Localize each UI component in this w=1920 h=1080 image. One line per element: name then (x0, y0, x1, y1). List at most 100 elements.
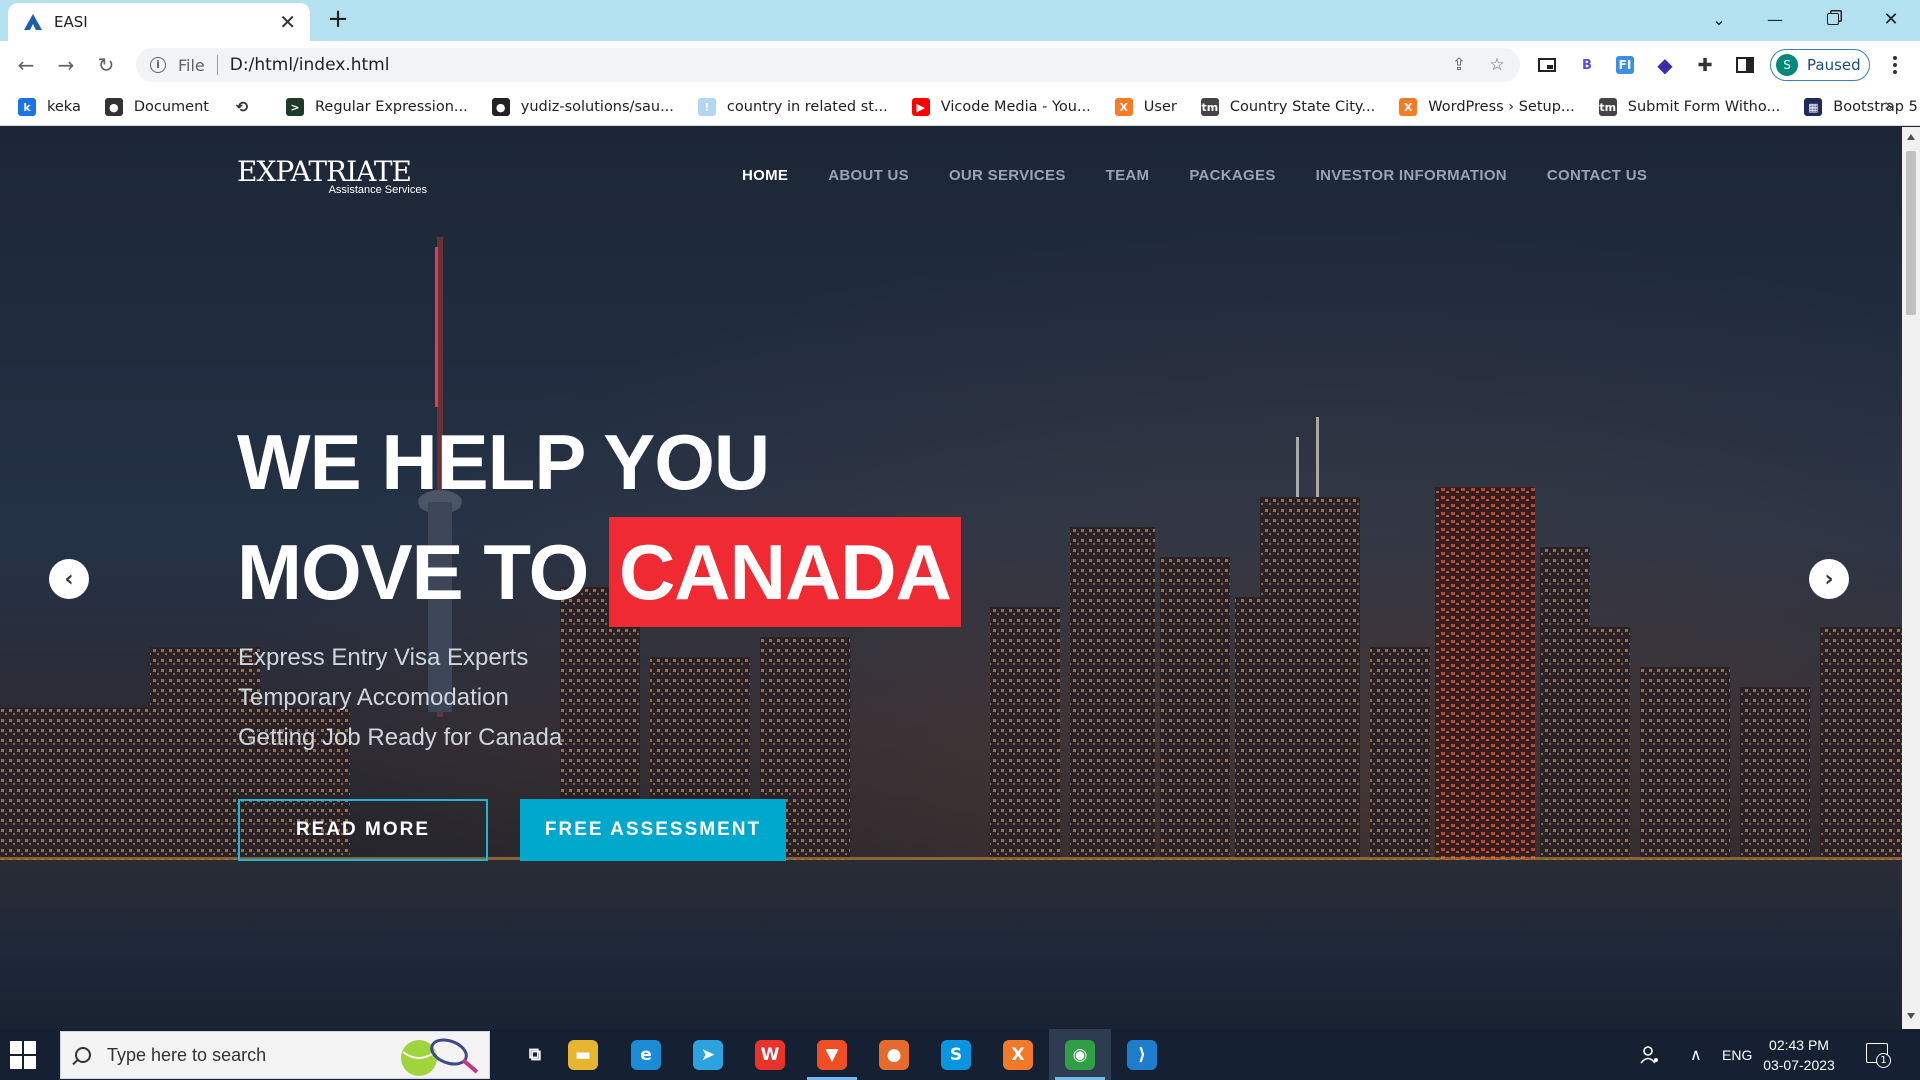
nav-link[interactable]: CONTACT US (1547, 167, 1647, 184)
tennis-racket-icon (401, 1038, 479, 1076)
telegram-icon: ➤ (693, 1039, 723, 1070)
puzzle-icon[interactable]: ✚ (1690, 50, 1720, 80)
file-explorer-taskbar-button[interactable]: ▬ (552, 1029, 614, 1080)
bookmarks-overflow-icon[interactable]: » (1884, 95, 1895, 116)
bookmark-label: WordPress › Setup... (1428, 99, 1575, 115)
minimize-button[interactable]: — (1752, 0, 1798, 38)
bookmark-item[interactable]: ! country in related st... (697, 98, 888, 116)
b-icon[interactable]: B (1572, 50, 1602, 80)
carousel-next-icon[interactable]: › (1809, 559, 1849, 599)
vscode-taskbar-button[interactable]: ⟩ (1111, 1029, 1173, 1080)
file-explorer-icon: ▬ (568, 1039, 598, 1070)
edge-icon: e (631, 1039, 661, 1070)
taskbar-search-input[interactable]: Type here to search (60, 1031, 490, 1079)
scroll-up-icon[interactable] (1907, 134, 1915, 140)
bookmark-label: Bootstrap 5 Login f... (1833, 99, 1920, 115)
back-button[interactable]: ← (12, 51, 40, 79)
bookmark-item[interactable]: ▶ Vicode Media - You... (911, 98, 1091, 116)
bookmark-item[interactable]: ⟲ (232, 98, 262, 116)
xampp-icon: X (1003, 1039, 1033, 1070)
firefox-taskbar-button[interactable]: ● (863, 1029, 925, 1080)
tab-search-icon[interactable]: ⌄ (1696, 0, 1742, 38)
windows-taskbar: Type here to search ⧉ ▬ e ➤ W ▼ ● S X ◉ ⟩ ∧ ENG 02… (0, 1029, 1920, 1080)
nav-link[interactable]: TEAM (1106, 167, 1150, 184)
bookmark-item[interactable]: > Regular Expression... (285, 98, 468, 116)
tray-expand-icon[interactable]: ∧ (1690, 1029, 1702, 1080)
bookmark-item[interactable]: ● yudiz-solutions/sau... (491, 98, 674, 116)
skype-icon: S (941, 1039, 971, 1070)
nav-link[interactable]: INVESTOR INFORMATION (1316, 167, 1507, 184)
tm-icon: tm (1598, 98, 1617, 116)
kebab-menu-icon[interactable] (1882, 51, 1908, 79)
nav-link[interactable]: ABOUT US (828, 167, 909, 184)
scroll-down-icon[interactable] (1907, 1013, 1915, 1019)
bookmark-item[interactable]: k keka (18, 98, 81, 116)
nav-link[interactable]: HOME (742, 167, 788, 184)
bookmark-star-icon[interactable]: ☆ (1482, 50, 1512, 80)
hero-heading-prefix: MOVE TO (237, 528, 589, 616)
free-assessment-button[interactable]: FREE ASSESSMENT (520, 799, 786, 861)
sidepanel-icon[interactable] (1730, 50, 1760, 80)
picture-in-picture-icon[interactable] (1532, 50, 1562, 80)
profile-status: Paused (1807, 56, 1861, 74)
wps-taskbar-button[interactable]: W (739, 1029, 801, 1080)
bookmark-label: Regular Expression... (314, 99, 468, 115)
notification-count: 1 (1876, 1053, 1891, 1068)
xampp-taskbar-button[interactable]: X (987, 1029, 1049, 1080)
chrome-icon: ◉ (1065, 1039, 1095, 1070)
clock-date: 03-07-2023 (1763, 1057, 1835, 1073)
edge-taskbar-button[interactable]: e (615, 1029, 677, 1080)
share-icon[interactable]: ⇪ (1444, 50, 1474, 80)
windows-start-icon[interactable] (10, 1041, 38, 1069)
address-bar[interactable]: i File D:/html/index.html ⇪ ☆ (136, 48, 1520, 82)
brave-taskbar-button[interactable]: ▼ (801, 1029, 863, 1080)
language-indicator[interactable]: ENG (1722, 1029, 1752, 1080)
bookmark-item[interactable]: X WordPress › Setup... (1399, 98, 1575, 116)
nav-link[interactable]: PACKAGES (1189, 167, 1275, 184)
browser-tab[interactable]: EASI ✕ (8, 3, 310, 41)
url-text[interactable]: D:/html/index.html (230, 55, 1444, 75)
bookmarks-bar: k keka ● Document ⟲ > Regular Expression... ● yu… (0, 89, 1920, 126)
read-more-button[interactable]: READ MORE (238, 799, 488, 861)
bookmark-item[interactable]: X User (1114, 98, 1177, 116)
bookmark-item[interactable]: ▦ Bootstrap 5 Login f... (1804, 98, 1920, 116)
nav-link[interactable]: OUR SERVICES (949, 167, 1066, 184)
browser-toolbar: ← → ↻ i File D:/html/index.html ⇪ ☆ B FI… (0, 41, 1920, 89)
notes-icon: ! (697, 98, 716, 116)
chrome-taskbar-button[interactable]: ◉ (1049, 1029, 1111, 1080)
taskbar-clock[interactable]: 02:43 PM 03-07-2023 (1754, 1035, 1844, 1075)
site-logo[interactable]: EXPATRIATE Assistance Services (237, 157, 433, 203)
site-info-icon[interactable]: i (150, 57, 166, 73)
bookmark-item[interactable]: tm Country State City... (1200, 98, 1375, 116)
profile-button[interactable]: S Paused (1770, 49, 1870, 81)
skype-taskbar-button[interactable]: S (925, 1029, 987, 1080)
page-scrollbar[interactable] (1902, 127, 1920, 1029)
search-icon (75, 1047, 91, 1063)
cube-icon[interactable]: ◆ (1650, 50, 1680, 80)
vscode-icon: ⟩ (1127, 1039, 1157, 1070)
xampp-icon: X (1399, 98, 1418, 116)
bookmark-label: Document (133, 99, 209, 115)
clock-time: 02:43 PM (1769, 1037, 1829, 1053)
tm-icon: tm (1200, 98, 1219, 116)
carousel-prev-icon[interactable]: ‹ (49, 559, 89, 599)
restore-button[interactable] (1810, 0, 1856, 38)
people-icon[interactable] (1640, 1029, 1660, 1080)
bookmark-label: Submit Form Witho... (1627, 99, 1781, 115)
bookmark-label: yudiz-solutions/sau... (520, 99, 674, 115)
bookmark-item[interactable]: ● Document (104, 98, 209, 116)
hero-subtitle: Getting Job Ready for Canada (238, 724, 563, 751)
search-placeholder: Type here to search (107, 1044, 267, 1065)
hero-heading: WE HELP YOU MOVE TO CANADA (237, 407, 961, 627)
forward-button[interactable]: → (52, 51, 80, 79)
telegram-taskbar-button[interactable]: ➤ (677, 1029, 739, 1080)
new-tab-button[interactable]: + (324, 6, 352, 34)
bookmark-label: country in related st... (726, 99, 888, 115)
logo-tagline: Assistance Services (328, 184, 427, 196)
tab-close-icon[interactable]: ✕ (279, 12, 296, 32)
reload-button[interactable]: ↻ (92, 51, 120, 79)
fi-icon[interactable]: FI (1610, 50, 1640, 80)
close-window-button[interactable]: ✕ (1868, 0, 1914, 38)
scroll-thumb[interactable] (1906, 151, 1916, 315)
bookmark-item[interactable]: tm Submit Form Witho... (1598, 98, 1781, 116)
